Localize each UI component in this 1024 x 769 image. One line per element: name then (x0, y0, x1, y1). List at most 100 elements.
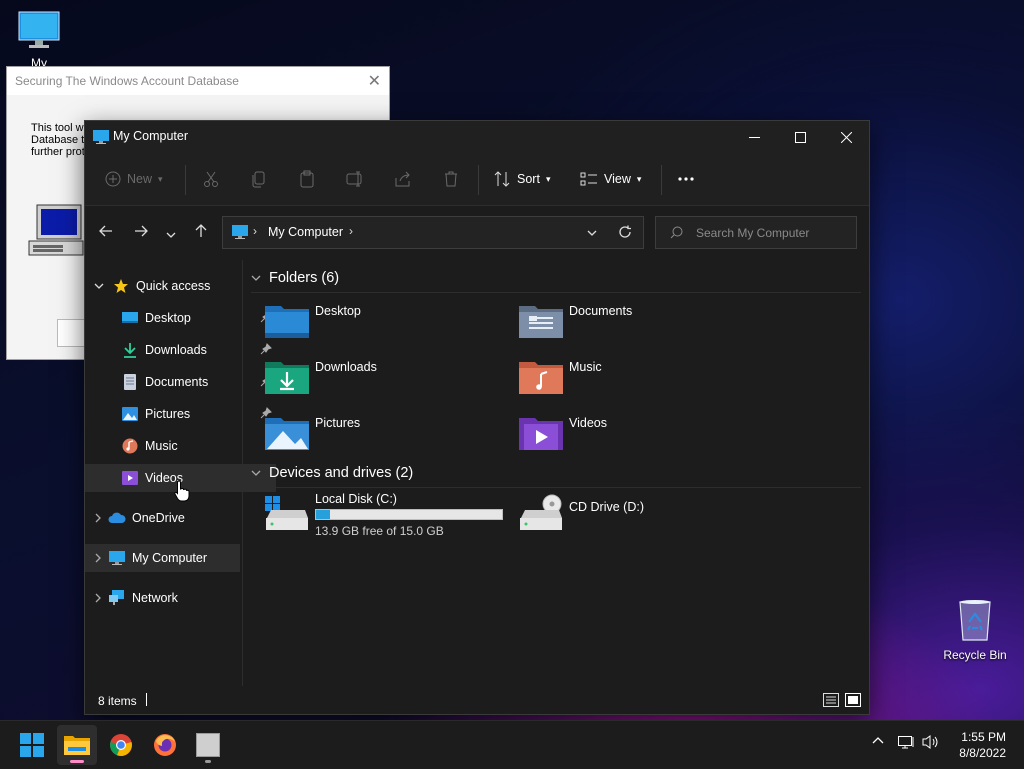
chevron-down-icon (251, 275, 261, 281)
sort-button[interactable]: Sort ▾ (493, 167, 550, 191)
dialog-close-icon[interactable]: ✕ (368, 71, 381, 91)
title-bar[interactable]: My Computer (85, 121, 869, 153)
desktop-recycle-bin[interactable]: Recycle Bin (940, 598, 1010, 662)
drive-label: Local Disk (C:) (315, 492, 397, 506)
share-button[interactable] (394, 167, 412, 191)
chevron-up-icon (872, 737, 884, 744)
sidebar-item-label: Music (145, 439, 178, 453)
devices-header-label: Devices and drives (2) (269, 465, 414, 481)
arrow-up-icon (195, 224, 207, 237)
minimize-button[interactable] (731, 121, 777, 153)
taskbar-firefox[interactable] (145, 725, 185, 765)
rename-button[interactable] (346, 167, 364, 191)
sidebar-item-quick-access[interactable]: Quick access (85, 272, 240, 300)
close-icon (840, 131, 852, 143)
taskbar: 1:55 PM 8/8/2022 (0, 720, 1024, 769)
folder-label: Videos (569, 416, 607, 430)
sidebar-item-my-computer[interactable]: My Computer (85, 544, 240, 572)
chevron-right-icon (94, 513, 102, 523)
sidebar-item-label: Pictures (145, 407, 191, 421)
taskbar-file-explorer[interactable] (57, 725, 97, 765)
more-options-button[interactable] (677, 167, 695, 191)
scissors-icon (204, 171, 218, 187)
sidebar-item-network[interactable]: Network (85, 584, 240, 612)
search-box[interactable]: Search My Computer (655, 216, 857, 249)
music-folder-icon (519, 362, 563, 394)
pictures-folder-icon (265, 418, 309, 450)
refresh-icon[interactable] (618, 225, 632, 239)
cut-button[interactable] (202, 167, 220, 191)
active-indicator (70, 760, 84, 763)
volume-button[interactable] (922, 734, 940, 753)
taskbar-user-app[interactable] (188, 725, 228, 765)
pictures-icon (121, 405, 139, 423)
chevron-down-icon: ▾ (158, 173, 163, 184)
sidebar-item-onedrive[interactable]: OneDrive (85, 504, 240, 532)
items-count: 8 items (98, 694, 137, 708)
devices-group-header[interactable]: Devices and drives (2) (251, 465, 861, 488)
sidebar-item-label: Network (132, 591, 178, 605)
drive-cd-d[interactable]: CD Drive (D:) (519, 490, 749, 538)
drive-free-space: 13.9 GB free of 15.0 GB (315, 524, 444, 538)
copy-button[interactable] (250, 167, 268, 191)
more-icon (678, 177, 694, 181)
folder-pictures[interactable]: Pictures (265, 412, 495, 452)
new-label: New (127, 172, 153, 186)
start-button[interactable] (12, 725, 52, 765)
forward-button[interactable] (134, 224, 148, 242)
delete-button[interactable] (442, 167, 460, 191)
chevron-down-icon (94, 282, 104, 290)
folder-videos[interactable]: Videos (519, 412, 749, 452)
show-hidden-icons-button[interactable] (872, 735, 884, 749)
system-clock[interactable]: 1:55 PM 8/8/2022 (959, 729, 1006, 761)
folder-documents[interactable]: Documents (519, 300, 749, 340)
monitor-icon (18, 11, 60, 48)
windows-logo-icon (20, 733, 44, 757)
paste-button[interactable] (298, 167, 316, 191)
breadcrumb-my-computer[interactable]: My Computer (268, 225, 343, 239)
back-button[interactable] (99, 224, 113, 242)
recycle-bin-icon (959, 600, 991, 641)
videos-folder-icon (519, 418, 563, 450)
chevron-down-icon (251, 470, 261, 476)
address-bar[interactable]: › My Computer › (222, 216, 644, 249)
folder-label: Music (569, 360, 602, 374)
tiles-view-button[interactable] (845, 693, 861, 710)
maximize-icon (794, 131, 806, 143)
search-placeholder: Search My Computer (696, 226, 810, 240)
folder-desktop[interactable]: Desktop (265, 300, 495, 340)
file-explorer-window[interactable]: My Computer New ▾ Sort ▾ View ▾ › My Com… (84, 120, 870, 715)
sidebar-item-label: Downloads (145, 343, 207, 357)
dialog-body-line: This tool wi (31, 122, 87, 134)
folder-downloads[interactable]: Downloads (265, 356, 495, 396)
desktop-folder-icon (265, 306, 309, 338)
section-divider (251, 487, 861, 488)
drive-local-disk-c[interactable]: Local Disk (C:) 13.9 GB free of 15.0 GB (265, 490, 505, 538)
close-button[interactable] (823, 121, 869, 153)
cd-drive-icon (520, 494, 562, 530)
status-bar: 8 items (85, 686, 869, 714)
sort-icon (494, 171, 510, 187)
sidebar-item-label: Quick access (136, 279, 211, 293)
clock-date: 8/8/2022 (959, 746, 1006, 760)
command-bar: New ▾ Sort ▾ View ▾ (85, 153, 869, 206)
view-button[interactable]: View ▾ (580, 167, 641, 191)
user-photo-placeholder (196, 733, 220, 757)
maximize-button[interactable] (777, 121, 823, 153)
sidebar-item-label: OneDrive (132, 511, 185, 525)
chevron-down-icon[interactable] (587, 229, 597, 237)
network-status-button[interactable] (898, 734, 916, 753)
arrow-left-icon (99, 225, 112, 237)
details-view-button[interactable] (823, 693, 839, 710)
view-list-icon (580, 172, 597, 186)
section-divider (251, 292, 861, 293)
folder-music[interactable]: Music (519, 356, 749, 396)
drive-usage-bar (315, 509, 503, 520)
taskbar-chrome[interactable] (101, 725, 141, 765)
folders-group-header[interactable]: Folders (6) (251, 270, 861, 293)
recent-locations-button[interactable] (166, 226, 176, 243)
new-button[interactable]: New ▾ (105, 167, 163, 191)
share-icon (395, 171, 410, 187)
downloads-folder-icon (265, 362, 309, 394)
up-button[interactable] (194, 224, 208, 242)
